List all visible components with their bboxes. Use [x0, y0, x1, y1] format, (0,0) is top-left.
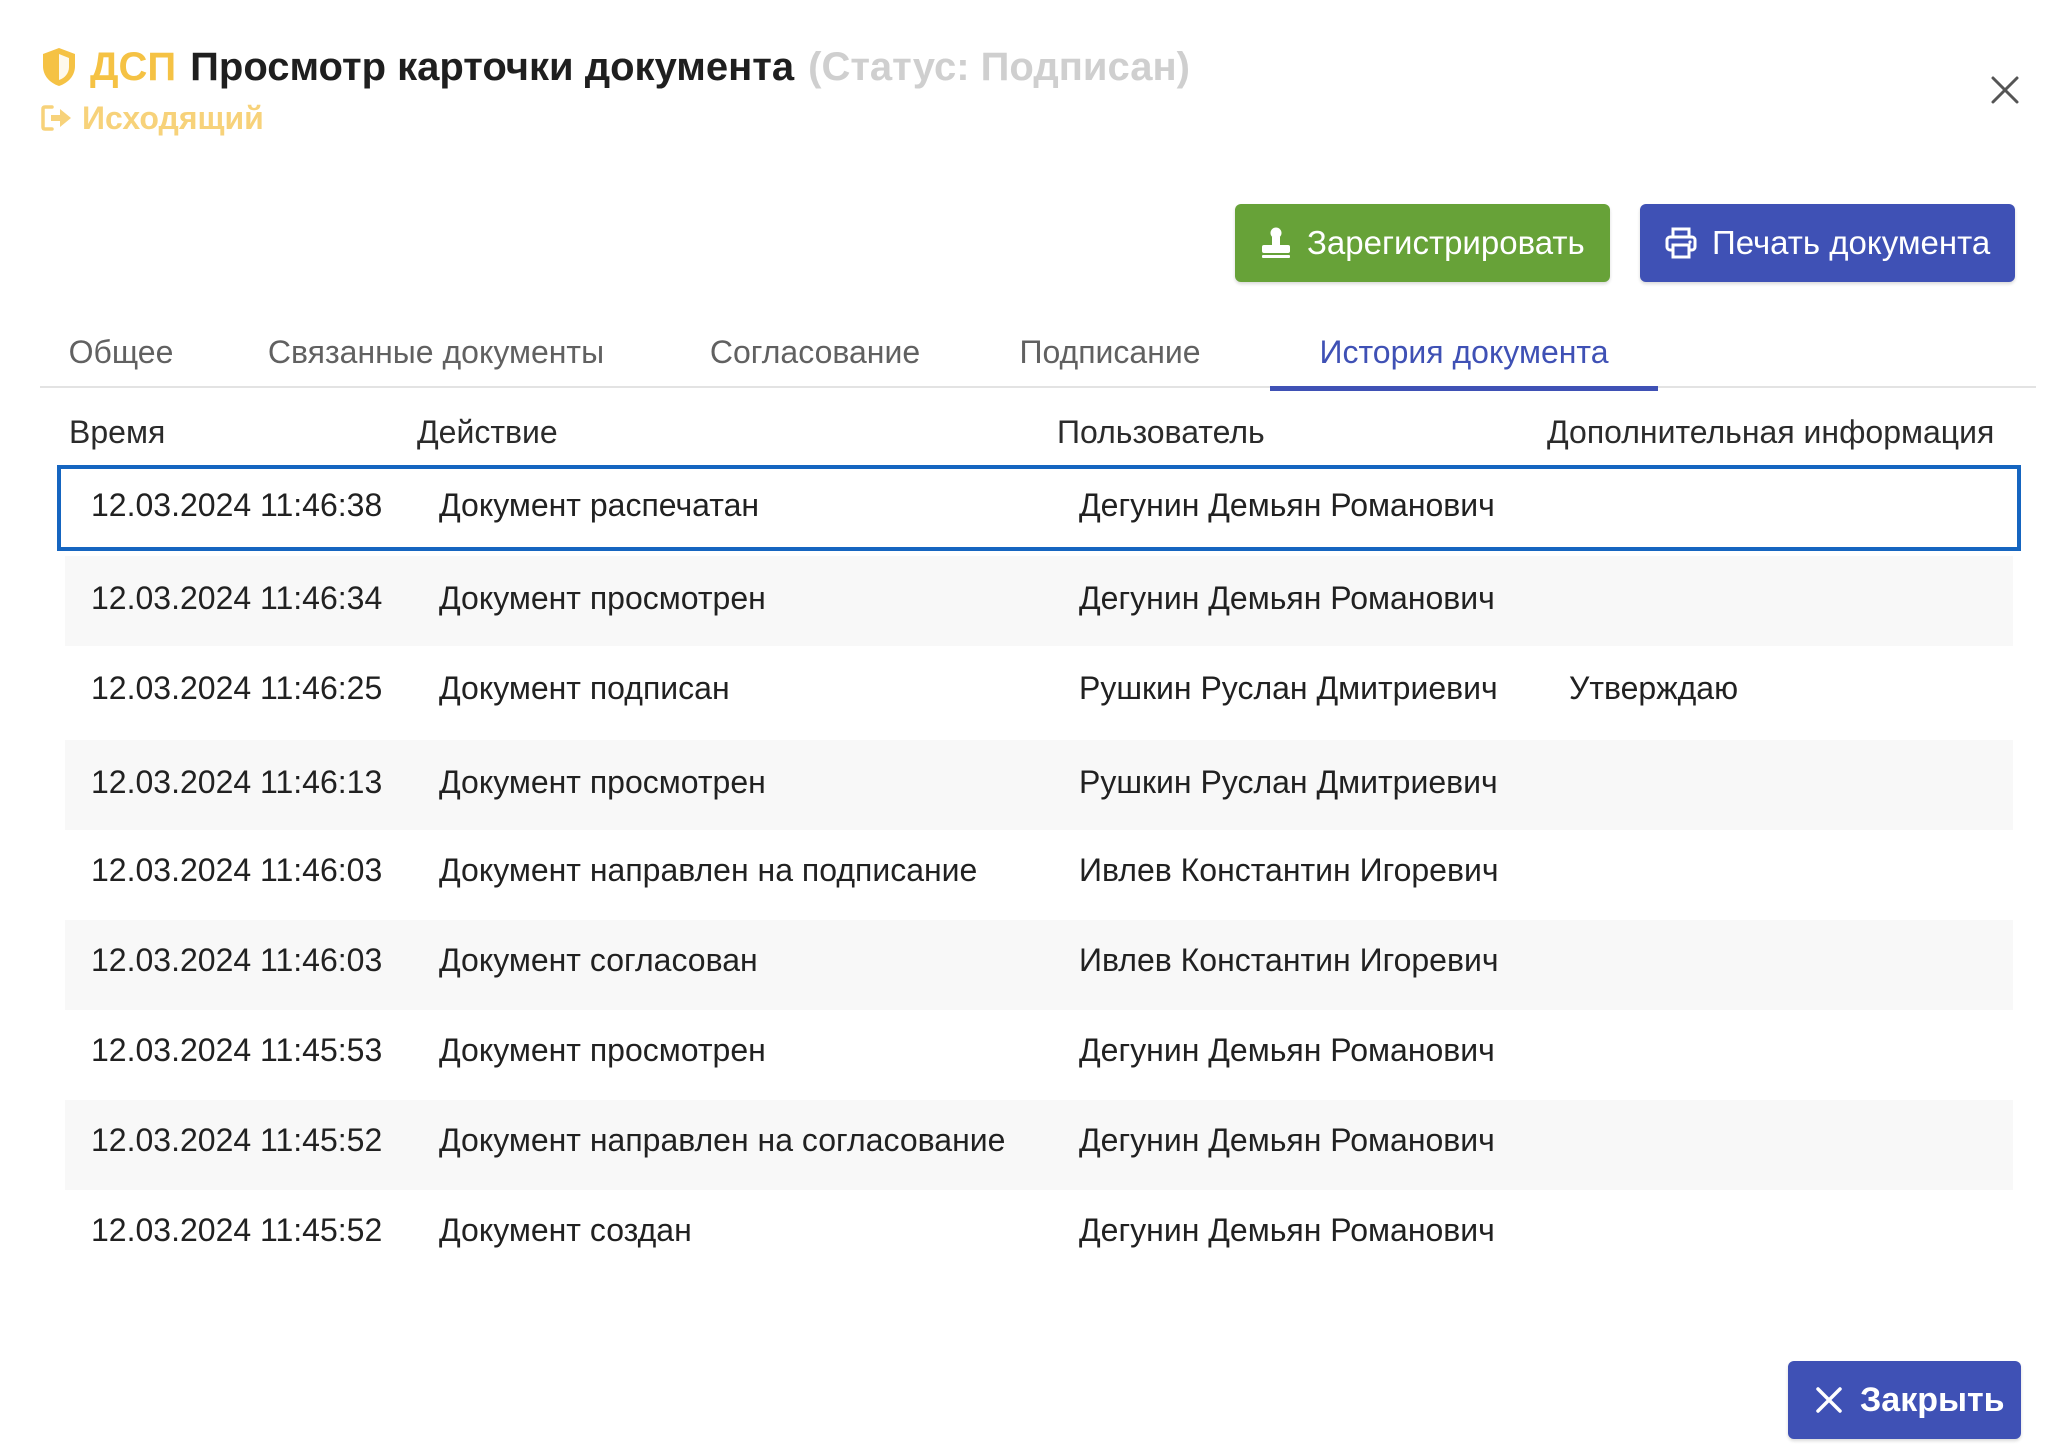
- table-row[interactable]: 12.03.2024 11:45:52 Документ создан Дегу…: [65, 1190, 2013, 1280]
- row-time: 12.03.2024 11:46:03: [91, 942, 383, 978]
- row-action: Документ просмотрен: [439, 764, 766, 800]
- tab-signing[interactable]: Подписание: [990, 316, 1230, 388]
- close-button[interactable]: Закрыть: [1788, 1361, 2021, 1439]
- row-time: 12.03.2024 11:45:52: [91, 1212, 383, 1248]
- table-row[interactable]: 12.03.2024 11:46:03 Документ согласован …: [65, 920, 2013, 1010]
- row-user: Ивлев Константин Игоревич: [1079, 942, 1499, 978]
- table-row[interactable]: 12.03.2024 11:46:38 Документ распечатан …: [57, 465, 2021, 551]
- row-action: Документ направлен на подписание: [439, 852, 978, 888]
- row-action: Документ просмотрен: [439, 1032, 766, 1068]
- history-table: Время Действие Пользователь Дополнительн…: [57, 410, 2021, 1248]
- table-row[interactable]: 12.03.2024 11:45:53 Документ просмотрен …: [65, 1010, 2013, 1100]
- table-row[interactable]: 12.03.2024 11:46:25 Документ подписан Ру…: [65, 646, 2013, 740]
- register-label: Зарегистрировать: [1307, 224, 1585, 261]
- row-user: Дегунин Демьян Романович: [1079, 1122, 1495, 1158]
- outgoing-icon: [41, 105, 71, 131]
- table-row[interactable]: 12.03.2024 11:46:34 Документ просмотрен …: [65, 556, 2013, 646]
- row-user: Дегунин Демьян Романович: [1079, 580, 1495, 616]
- close-icon: [1816, 1387, 1842, 1413]
- row-action: Документ просмотрен: [439, 580, 766, 616]
- close-label: Закрыть: [1860, 1380, 2005, 1419]
- status-label: (Статус: Подписан): [808, 44, 1190, 89]
- shield-icon: [43, 48, 75, 86]
- tab-bar: Общее Связанные документы Согласование П…: [40, 316, 2036, 391]
- printer-icon: [1665, 227, 1697, 259]
- dialog-header: ДСП Просмотр карточки документа (Статус:…: [40, 42, 1190, 138]
- row-time: 12.03.2024 11:46:34: [91, 580, 383, 616]
- row-time: 12.03.2024 11:45:53: [91, 1032, 383, 1068]
- row-user: Рушкин Руслан Дмитриевич: [1079, 670, 1498, 706]
- row-time: 12.03.2024 11:46:03: [91, 852, 383, 888]
- print-button[interactable]: Печать документа: [1640, 204, 2015, 282]
- tab-approval[interactable]: Согласование: [694, 316, 936, 388]
- dsp-label: ДСП: [90, 44, 177, 89]
- close-icon[interactable]: [1985, 70, 2025, 110]
- tab-document-history[interactable]: История документа: [1270, 316, 1658, 391]
- row-user: Рушкин Руслан Дмитриевич: [1079, 764, 1498, 800]
- row-action: Документ распечатан: [439, 487, 760, 523]
- column-user: Пользователь: [1057, 414, 1265, 450]
- table-row[interactable]: 12.03.2024 11:46:03 Документ направлен н…: [65, 830, 2013, 920]
- table-header: Время Действие Пользователь Дополнительн…: [57, 410, 2021, 462]
- table-row[interactable]: 12.03.2024 11:46:13 Документ просмотрен …: [65, 740, 2013, 830]
- column-time: Время: [69, 414, 166, 450]
- row-user: Дегунин Демьян Романович: [1079, 487, 1495, 523]
- table-row[interactable]: 12.03.2024 11:45:52 Документ направлен н…: [65, 1100, 2013, 1190]
- row-user: Дегунин Демьян Романович: [1079, 1212, 1495, 1248]
- direction-row: Исходящий: [40, 98, 1190, 138]
- row-user: Ивлев Константин Игоревич: [1079, 852, 1499, 888]
- row-action: Документ направлен на согласование: [439, 1122, 1006, 1158]
- row-time: 12.03.2024 11:46:13: [91, 764, 383, 800]
- row-time: 12.03.2024 11:45:52: [91, 1122, 383, 1158]
- row-action: Документ подписан: [439, 670, 730, 706]
- row-action: Документ создан: [439, 1212, 692, 1248]
- column-info: Дополнительная информация: [1547, 414, 1995, 450]
- print-label: Печать документа: [1712, 224, 1991, 261]
- tab-related-documents[interactable]: Связанные документы: [254, 316, 618, 388]
- row-time: 12.03.2024 11:46:38: [91, 487, 383, 523]
- title-row: ДСП Просмотр карточки документа (Статус:…: [40, 42, 1190, 92]
- row-time: 12.03.2024 11:46:25: [91, 670, 383, 706]
- row-action: Документ согласован: [439, 942, 758, 978]
- page-title: Просмотр карточки документа: [190, 44, 795, 89]
- stamp-icon: [1262, 227, 1290, 258]
- direction-label: Исходящий: [82, 99, 264, 136]
- row-user: Дегунин Демьян Романович: [1079, 1032, 1495, 1068]
- register-button[interactable]: Зарегистрировать: [1235, 204, 1610, 282]
- row-info: Утверждаю: [1569, 670, 1739, 706]
- column-action: Действие: [417, 414, 558, 450]
- tab-general[interactable]: Общее: [40, 316, 202, 388]
